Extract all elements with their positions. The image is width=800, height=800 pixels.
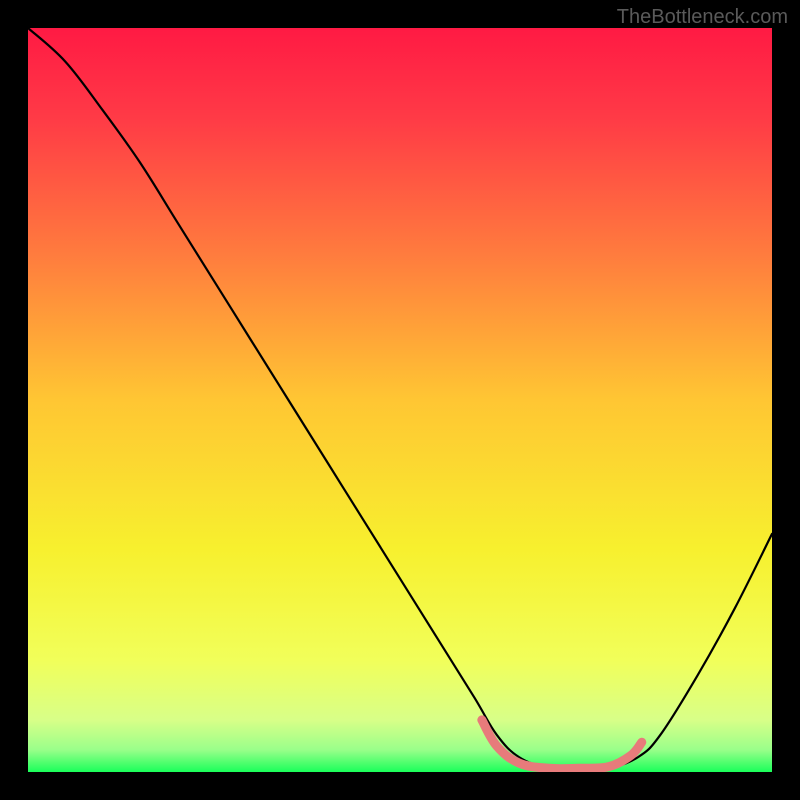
watermark-text: TheBottleneck.com — [617, 6, 788, 29]
bottleneck-curve-chart — [28, 28, 772, 772]
chart-background-gradient — [28, 28, 772, 772]
chart-area — [28, 28, 772, 772]
